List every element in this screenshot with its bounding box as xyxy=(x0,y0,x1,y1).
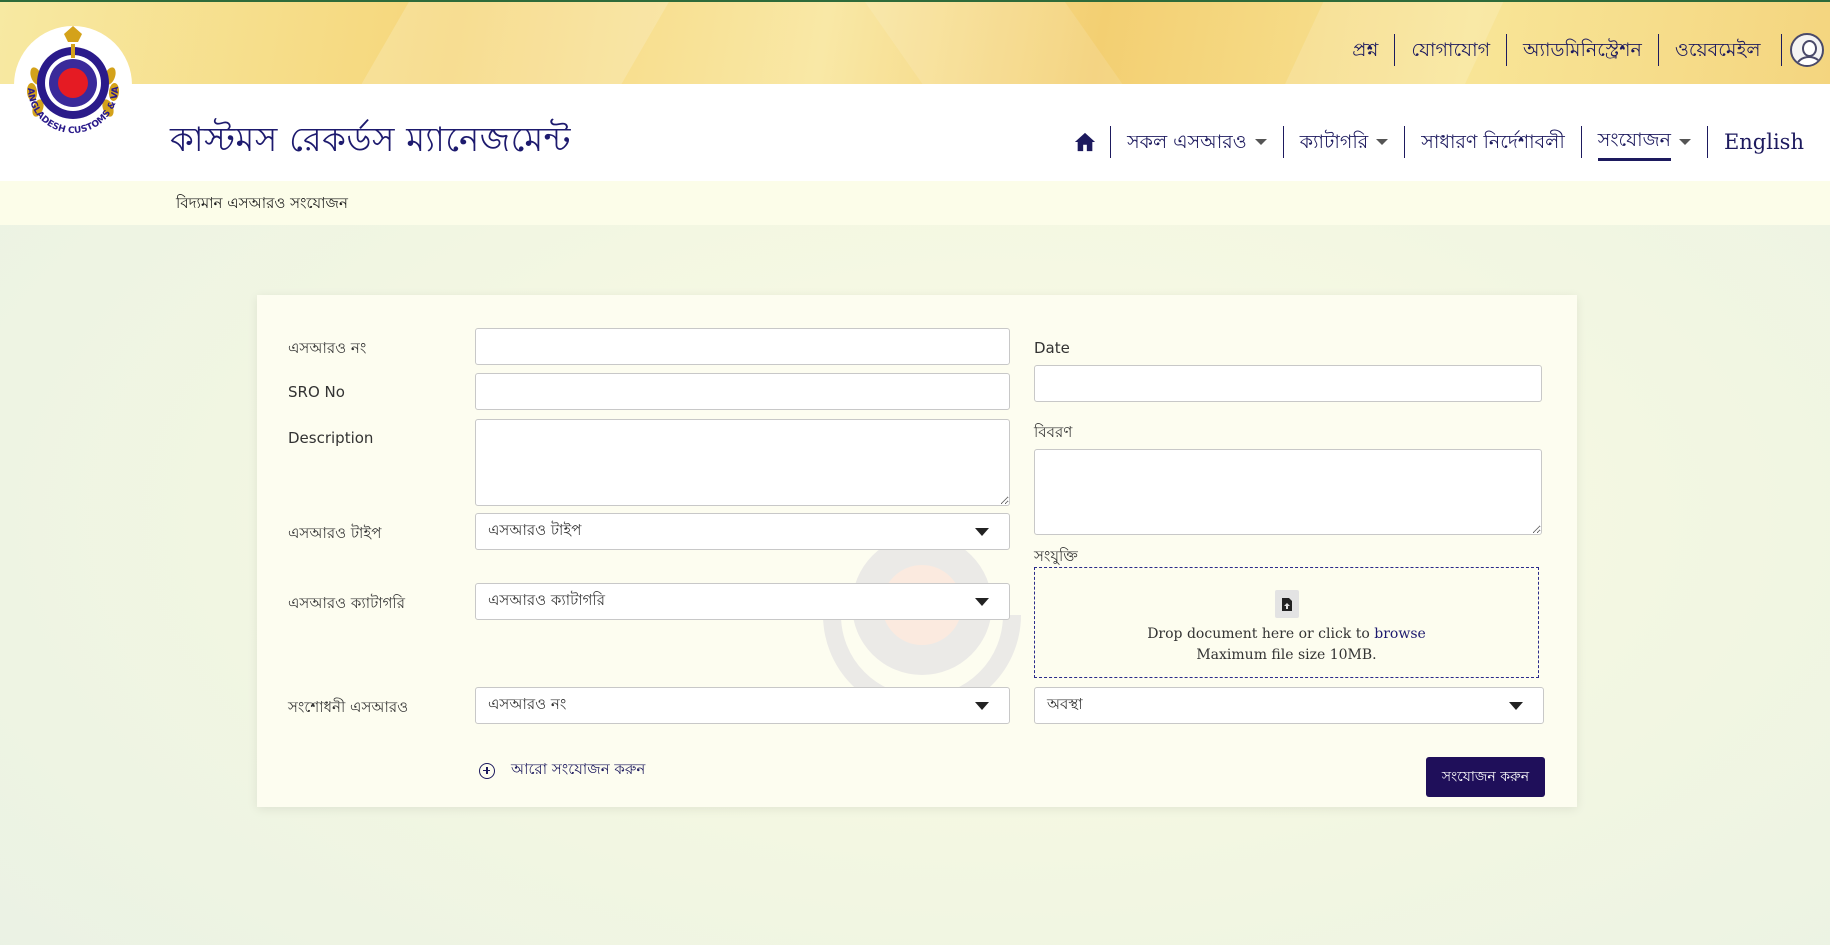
caret-down-icon xyxy=(975,597,989,606)
sro-type-value: এসআরও টাইপ xyxy=(488,521,582,539)
home-icon xyxy=(1075,132,1096,152)
breadcrumb-bar: বিদ্যমান এসআরও সংযোজন xyxy=(0,181,1830,225)
nav-add-label: সংযোজন xyxy=(1597,124,1671,161)
file-upload-icon xyxy=(1275,590,1299,618)
nav-add[interactable]: সংযোজন xyxy=(1580,124,1707,161)
bibaron-label: বিবরণ xyxy=(1034,423,1073,441)
main-nav: সকল এসআরও ক্যাটাগরি সাধারণ নির্দেশাবলী স… xyxy=(1058,124,1820,161)
caret-down-icon xyxy=(1509,701,1523,710)
toplink-administration[interactable]: অ্যাডমিনিস্ট্রেশন xyxy=(1506,34,1658,66)
caret-down-icon xyxy=(975,701,989,710)
dropzone-max-size: Maximum file size 10MB. xyxy=(1196,647,1377,663)
add-more-button[interactable]: আরো সংযোজন করুন xyxy=(479,758,645,783)
chevron-down-icon xyxy=(1254,139,1267,145)
sro-no-bn-label: এসআরও নং xyxy=(288,339,367,357)
nav-general-instructions-label: সাধারণ নির্দেশাবলী xyxy=(1421,131,1565,153)
nav-all-sro[interactable]: সকল এসআরও xyxy=(1110,126,1283,158)
plus-circle-icon xyxy=(479,762,495,779)
sro-form-card: এসআরও নং SRO No Description এসআরও টাইপ এ… xyxy=(257,295,1577,807)
sro-no-label: SRO No xyxy=(288,383,345,401)
sro-type-select[interactable]: এসআরও টাইপ xyxy=(475,513,1010,550)
sro-type-label: এসআরও টাইপ xyxy=(288,524,382,542)
amended-sro-label: সংশোধনী এসআরও xyxy=(288,698,409,716)
browse-link[interactable]: browse xyxy=(1374,626,1426,642)
user-avatar-icon[interactable] xyxy=(1790,33,1824,67)
nav-language-english[interactable]: English xyxy=(1706,126,1820,158)
toplink-webmail[interactable]: ওয়েবমেইল xyxy=(1657,34,1777,66)
dropzone-text: Drop document here or click to xyxy=(1147,626,1370,642)
bangladesh-customs-logo[interactable]: BANGLADESH CUSTOMS & VAT xyxy=(11,19,132,144)
chevron-down-icon xyxy=(1376,139,1389,145)
submit-button[interactable]: সংযোজন করুন xyxy=(1426,757,1545,797)
nav-home[interactable] xyxy=(1058,126,1110,158)
file-dropzone[interactable]: Drop document here or click to browse Ma… xyxy=(1034,567,1539,678)
chevron-down-icon xyxy=(1678,139,1691,145)
toplink-question[interactable]: প্রশ্ন xyxy=(1336,34,1394,66)
nav-category[interactable]: ক্যাটাগরি xyxy=(1282,126,1405,158)
sro-category-value: এসআরও ক্যাটাগরি xyxy=(488,591,605,609)
date-input[interactable] xyxy=(1034,365,1542,402)
sro-category-label: এসআরও ক্যাটাগরি xyxy=(288,594,405,612)
top-banner: প্রশ্ন যোগাযোগ অ্যাডমিনিস্ট্রেশন ওয়েবমে… xyxy=(0,0,1830,84)
amended-sro-select[interactable]: এসআরও নং xyxy=(475,687,1010,724)
top-links: প্রশ্ন যোগাযোগ অ্যাডমিনিস্ট্রেশন ওয়েবমে… xyxy=(1336,32,1830,68)
description-label: Description xyxy=(288,429,374,447)
caret-down-icon xyxy=(975,527,989,536)
description-textarea[interactable] xyxy=(475,419,1010,506)
sro-no-input[interactable] xyxy=(475,373,1010,410)
breadcrumb: বিদ্যমান এসআরও সংযোজন xyxy=(176,194,348,212)
bibaron-textarea[interactable] xyxy=(1034,449,1542,535)
nav-all-sro-label: সকল এসআরও xyxy=(1127,131,1247,153)
toplink-contact[interactable]: যোগাযোগ xyxy=(1394,34,1506,66)
sro-category-select[interactable]: এসআরও ক্যাটাগরি xyxy=(475,583,1010,620)
nav-category-label: ক্যাটাগরি xyxy=(1299,131,1369,153)
date-label: Date xyxy=(1034,339,1070,357)
site-title[interactable]: কাস্টমস রেকর্ডস ম্যানেজমেন্ট xyxy=(170,114,571,171)
add-more-label: আরো সংযোজন করুন xyxy=(511,760,646,778)
sro-no-bn-input[interactable] xyxy=(475,328,1010,365)
nav-general-instructions[interactable]: সাধারণ নির্দেশাবলী xyxy=(1404,126,1581,158)
amended-sro-value: এসআরও নং xyxy=(488,695,567,713)
status-value: অবস্থা xyxy=(1047,695,1083,713)
status-select[interactable]: অবস্থা xyxy=(1034,687,1544,724)
